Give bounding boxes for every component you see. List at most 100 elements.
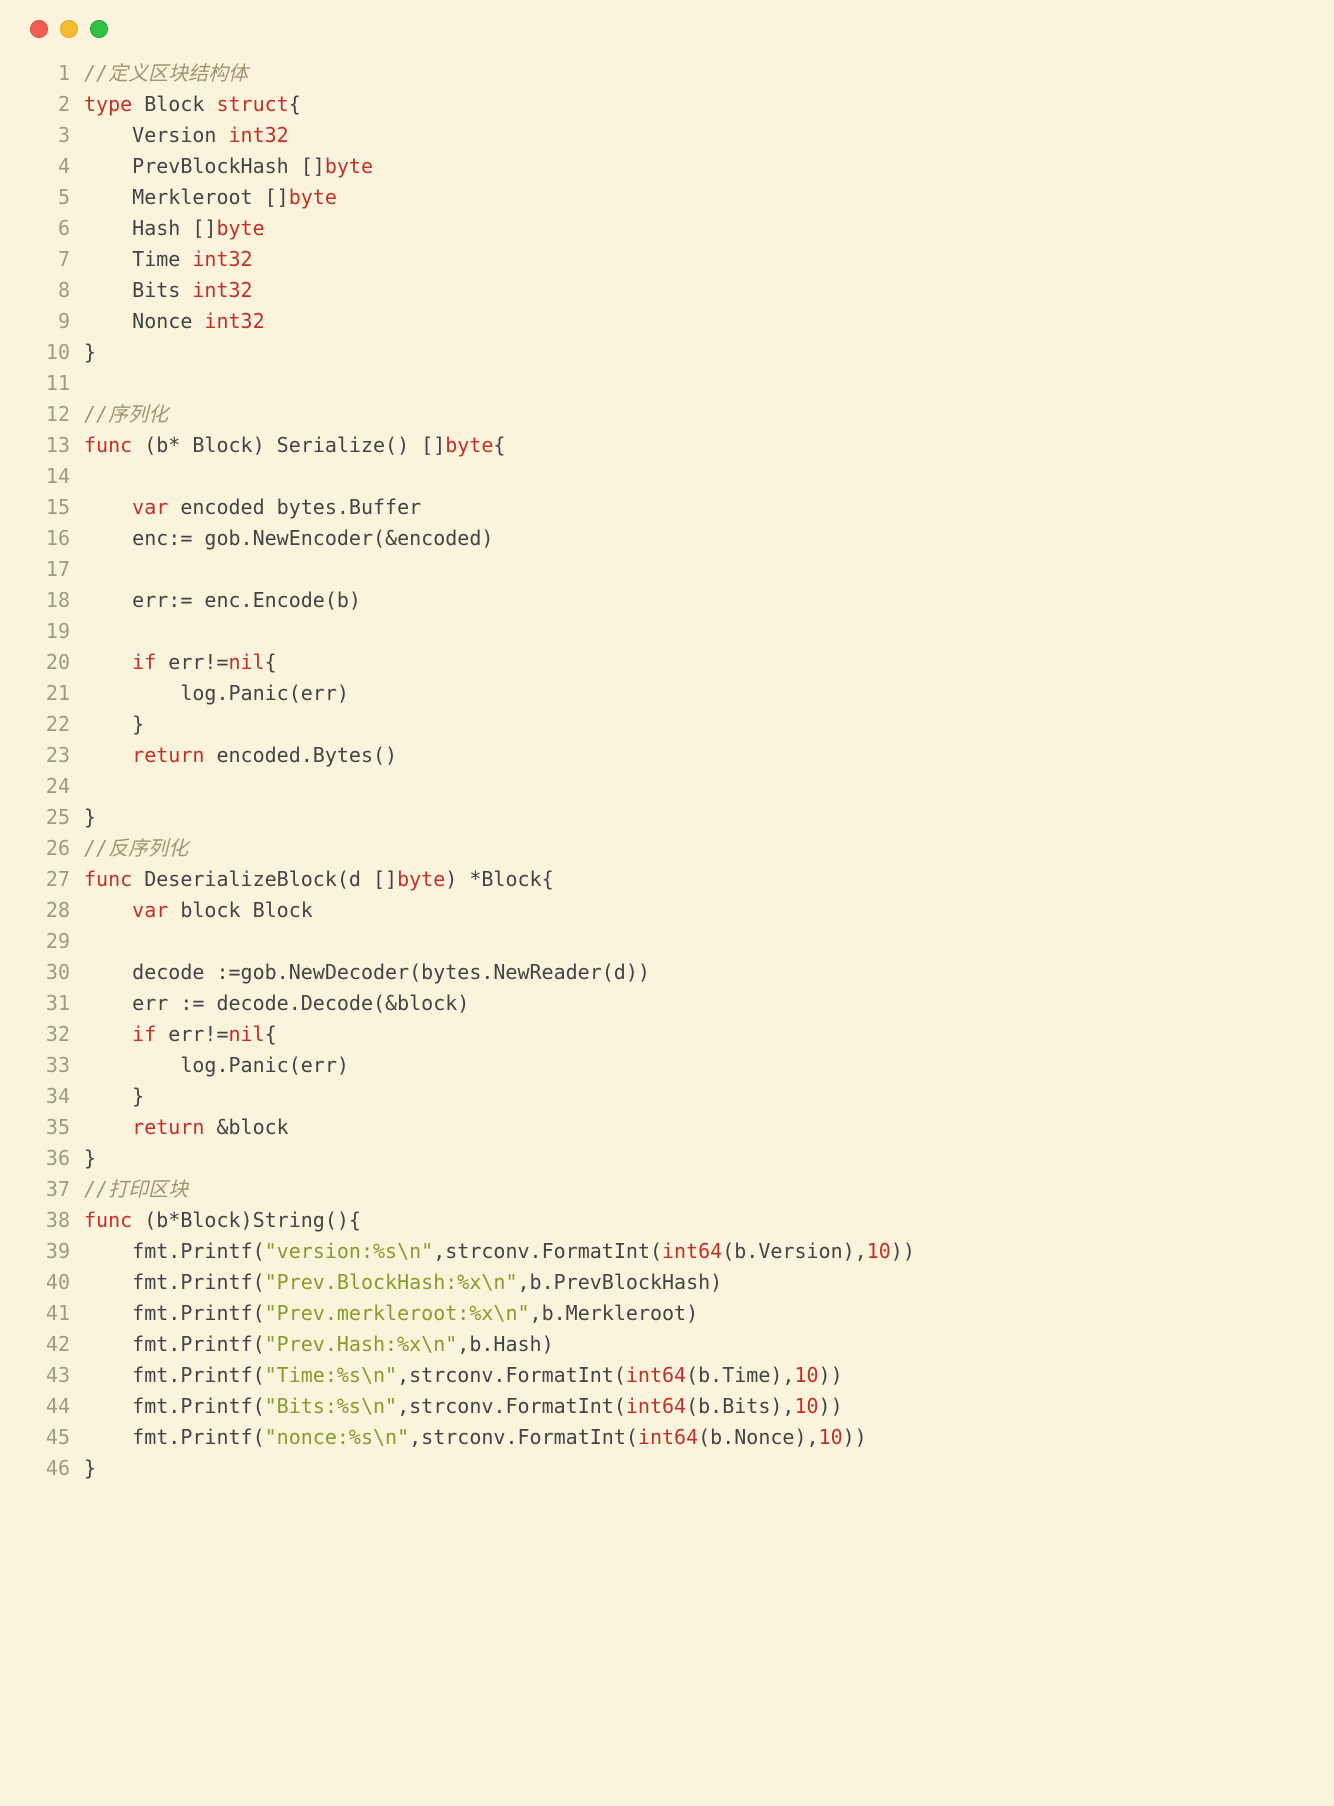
token xyxy=(84,743,132,767)
line-content xyxy=(84,926,1310,957)
line-content: var block Block xyxy=(84,895,1310,926)
line-number: 21 xyxy=(24,678,84,709)
line-content: } xyxy=(84,802,1310,833)
code-line: 13func (b* Block) Serialize() []byte{ xyxy=(24,430,1310,461)
token: encoded.Bytes() xyxy=(204,743,397,767)
line-number: 24 xyxy=(24,771,84,802)
token xyxy=(84,650,132,674)
line-content: fmt.Printf("Prev.merkleroot:%x\n",b.Merk… xyxy=(84,1298,1310,1329)
code-line: 38func (b*Block)String(){ xyxy=(24,1205,1310,1236)
token: 10 xyxy=(794,1363,818,1387)
token: fmt.Printf( xyxy=(84,1363,265,1387)
token: "Prev.merkleroot:%x\n" xyxy=(265,1301,530,1325)
line-number: 31 xyxy=(24,988,84,1019)
line-number: 7 xyxy=(24,244,84,275)
token: if xyxy=(132,650,156,674)
line-number: 16 xyxy=(24,523,84,554)
token: nil xyxy=(229,1022,265,1046)
line-content: decode :=gob.NewDecoder(bytes.NewReader(… xyxy=(84,957,1310,988)
code-line: 39 fmt.Printf("version:%s\n",strconv.For… xyxy=(24,1236,1310,1267)
token: (b.Time), xyxy=(686,1363,794,1387)
token: 10 xyxy=(794,1394,818,1418)
token: Bits xyxy=(84,278,192,302)
token: log.Panic(err) xyxy=(84,681,349,705)
line-number: 10 xyxy=(24,337,84,368)
token: ,strconv.FormatInt( xyxy=(397,1363,626,1387)
line-number: 25 xyxy=(24,802,84,833)
token: } xyxy=(84,805,96,829)
token: } xyxy=(84,340,96,364)
line-content: return &block xyxy=(84,1112,1310,1143)
line-content: return encoded.Bytes() xyxy=(84,740,1310,771)
code-line: 37//打印区块 xyxy=(24,1174,1310,1205)
code-line: 42 fmt.Printf("Prev.Hash:%x\n",b.Hash) xyxy=(24,1329,1310,1360)
token: func xyxy=(84,433,132,457)
line-content: } xyxy=(84,1453,1310,1484)
token: int32 xyxy=(204,309,264,333)
code-line: 14 xyxy=(24,461,1310,492)
line-number: 12 xyxy=(24,399,84,430)
token: //反序列化 xyxy=(84,836,188,860)
line-number: 17 xyxy=(24,554,84,585)
code-line: 15 var encoded bytes.Buffer xyxy=(24,492,1310,523)
token: func xyxy=(84,1208,132,1232)
line-content: //定义区块结构体 xyxy=(84,58,1310,89)
token: { xyxy=(265,650,277,674)
code-line: 26//反序列化 xyxy=(24,833,1310,864)
code-line: 18 err:= enc.Encode(b) xyxy=(24,585,1310,616)
token: PrevBlockHash [] xyxy=(84,154,325,178)
zoom-icon[interactable] xyxy=(90,20,108,38)
code-line: 24 xyxy=(24,771,1310,802)
token: 10 xyxy=(867,1239,891,1263)
token: //打印区块 xyxy=(84,1177,188,1201)
window-titlebar xyxy=(24,16,1310,58)
line-number: 1 xyxy=(24,58,84,89)
line-content: Merkleroot []byte xyxy=(84,182,1310,213)
token: byte xyxy=(445,433,493,457)
line-number: 14 xyxy=(24,461,84,492)
line-content: func (b* Block) Serialize() []byte{ xyxy=(84,430,1310,461)
token: DeserializeBlock(d [] xyxy=(132,867,397,891)
line-content xyxy=(84,461,1310,492)
line-number: 8 xyxy=(24,275,84,306)
line-number: 42 xyxy=(24,1329,84,1360)
close-icon[interactable] xyxy=(30,20,48,38)
token: } xyxy=(84,712,144,736)
token: byte xyxy=(289,185,337,209)
minimize-icon[interactable] xyxy=(60,20,78,38)
code-line: 9 Nonce int32 xyxy=(24,306,1310,337)
line-content: fmt.Printf("Bits:%s\n",strconv.FormatInt… xyxy=(84,1391,1310,1422)
token: "Bits:%s\n" xyxy=(265,1394,397,1418)
token: Block xyxy=(132,92,216,116)
token: &block xyxy=(204,1115,288,1139)
token: { xyxy=(493,433,505,457)
token: ,strconv.FormatInt( xyxy=(409,1425,638,1449)
line-content: fmt.Printf("Prev.Hash:%x\n",b.Hash) xyxy=(84,1329,1310,1360)
code-line: 34 } xyxy=(24,1081,1310,1112)
token: ) *Block{ xyxy=(445,867,553,891)
code-line: 44 fmt.Printf("Bits:%s\n",strconv.Format… xyxy=(24,1391,1310,1422)
line-number: 18 xyxy=(24,585,84,616)
token: fmt.Printf( xyxy=(84,1332,265,1356)
line-number: 40 xyxy=(24,1267,84,1298)
code-line: 22 } xyxy=(24,709,1310,740)
code-line: 4 PrevBlockHash []byte xyxy=(24,151,1310,182)
line-number: 28 xyxy=(24,895,84,926)
token: Nonce xyxy=(84,309,204,333)
token: byte xyxy=(216,216,264,240)
line-content: //反序列化 xyxy=(84,833,1310,864)
token: (b.Version), xyxy=(722,1239,867,1263)
line-content: } xyxy=(84,1081,1310,1112)
token: err := decode.Decode(&block) xyxy=(84,991,469,1015)
token: int64 xyxy=(626,1363,686,1387)
line-content: Nonce int32 xyxy=(84,306,1310,337)
code-line: 2type Block struct{ xyxy=(24,89,1310,120)
token: Merkleroot [] xyxy=(84,185,289,209)
token: )) xyxy=(843,1425,867,1449)
token: nil xyxy=(229,650,265,674)
line-number: 11 xyxy=(24,368,84,399)
line-content: err:= enc.Encode(b) xyxy=(84,585,1310,616)
line-content: log.Panic(err) xyxy=(84,678,1310,709)
code-line: 10} xyxy=(24,337,1310,368)
token: block Block xyxy=(168,898,313,922)
